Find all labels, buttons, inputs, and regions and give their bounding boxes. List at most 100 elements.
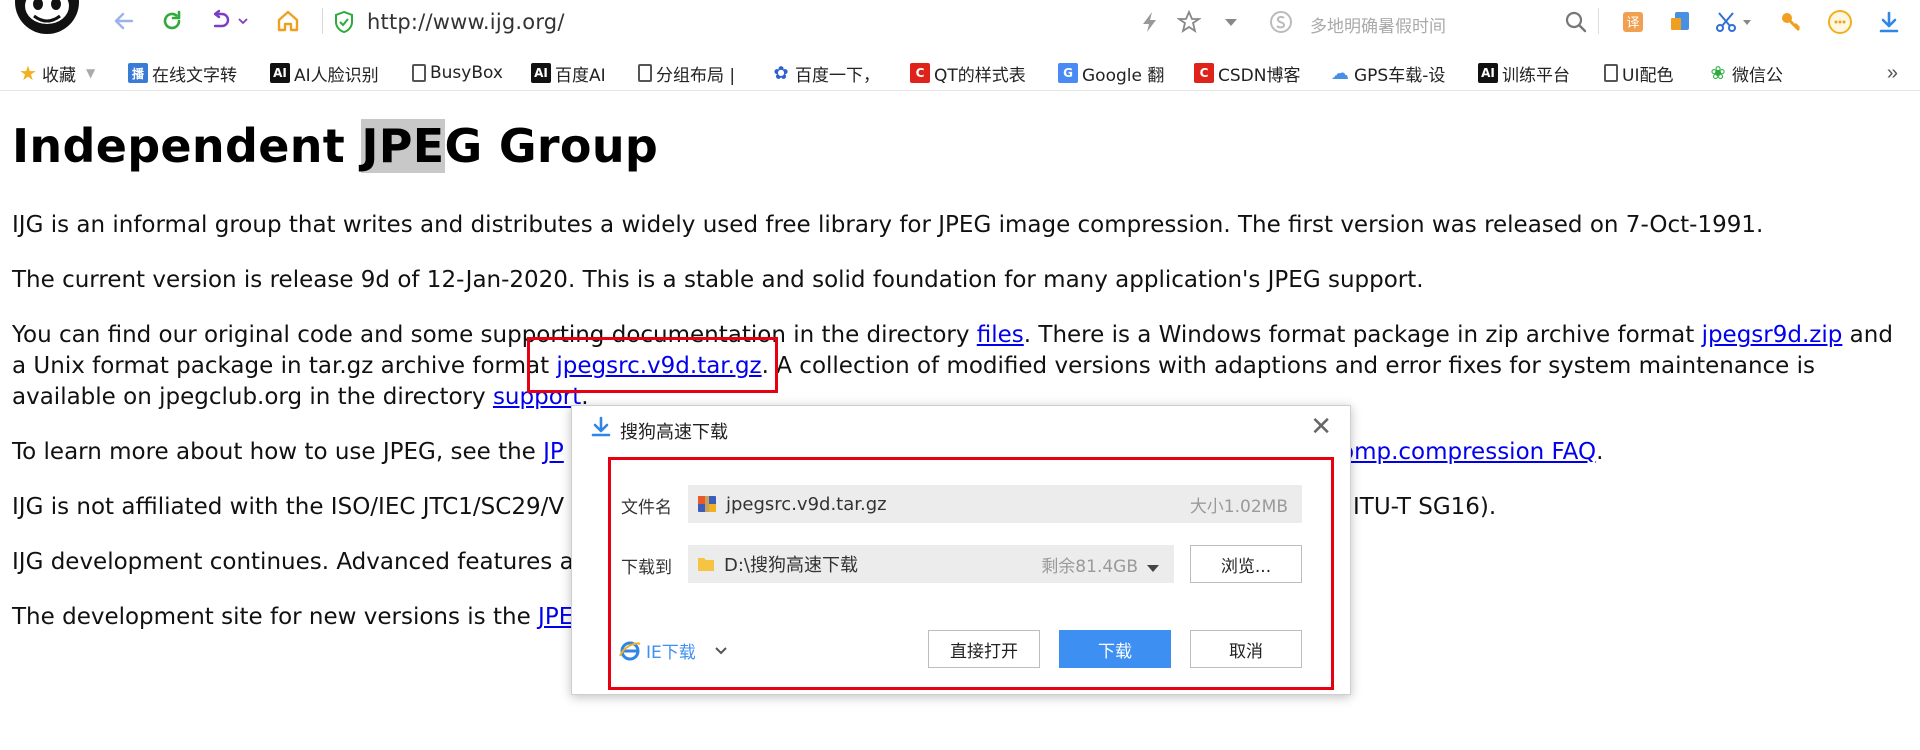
cloud-icon: ☁	[1331, 62, 1349, 84]
paragraph-text: . There is a Windows format package in z…	[1023, 322, 1702, 348]
ai-icon: AI	[531, 63, 551, 83]
download-icon[interactable]	[1876, 9, 1902, 35]
paragraph-text: To learn more about how to use JPEG, see…	[12, 439, 544, 465]
bookmark-label: 分组布局 |	[656, 65, 736, 86]
svg-text:译: 译	[1626, 16, 1639, 31]
bookmark-item[interactable]: AI 训练平台	[1478, 60, 1570, 86]
browse-button[interactable]: 浏览...	[1190, 545, 1302, 583]
bookmark-label: 训练平台	[1502, 65, 1570, 86]
download-button[interactable]: 下载	[1059, 630, 1171, 668]
search-input[interactable]: 多地明确暑假时间	[1310, 12, 1446, 37]
bookmark-label: 收藏	[42, 65, 76, 86]
bookmark-label: 微信公	[1732, 65, 1783, 86]
filename-label: 文件名	[621, 498, 672, 518]
bookmark-label: 百度AI	[555, 65, 606, 86]
compression-faq-link[interactable]: omp.compression FAQ	[1340, 439, 1596, 465]
back-button[interactable]	[110, 7, 138, 35]
ie-icon	[618, 639, 642, 663]
paragraph-text: The development site for new versions is…	[12, 604, 539, 630]
saveto-path-select[interactable]: D:\搜狗高速下载 剩余81.4GB	[688, 545, 1174, 583]
download-dialog: 搜狗高速下载 ✕ 文件名 jpegsrc.v9d.tar.gz 大小1.02MB…	[571, 405, 1351, 695]
address-divider	[322, 8, 323, 34]
paragraph-text: IJG is an informal group that writes and…	[12, 212, 1764, 238]
zip-download-link[interactable]: jpegsr9d.zip	[1702, 322, 1843, 348]
bookmark-favorites[interactable]: ★ 收藏 ▼	[18, 60, 95, 86]
paragraph-text: IJG is not affiliated with the ISO/IEC J…	[12, 494, 565, 520]
filename-field[interactable]: jpegsrc.v9d.tar.gz 大小1.02MB	[688, 485, 1302, 523]
bookmark-item[interactable]: 播 在线文字转	[128, 60, 237, 86]
chevron-down-icon[interactable]	[1740, 9, 1754, 35]
saveto-label: 下载到	[621, 558, 672, 578]
jpeg-docs-link[interactable]: JP	[543, 439, 564, 465]
page-icon	[412, 64, 426, 82]
address-bar-url[interactable]: http://www.ijg.org/	[367, 10, 565, 34]
bookmark-label: AI人脸识别	[294, 65, 379, 86]
ie-download-option[interactable]: IE下载	[618, 638, 728, 663]
free-space-value: 剩余81.4GB	[1041, 556, 1138, 577]
bookmark-label: BusyBox	[430, 63, 503, 83]
chevron-down-icon: ▼	[86, 66, 96, 80]
caret-down-icon[interactable]	[1146, 559, 1160, 578]
bookmark-icon: 播	[128, 63, 148, 83]
bookmark-label: Google 翻	[1082, 65, 1165, 86]
paragraph: IJG is an informal group that writes and…	[12, 210, 1912, 241]
star-icon[interactable]	[1176, 9, 1202, 35]
dev-site-link[interactable]: JPE	[538, 604, 573, 630]
close-icon[interactable]: ✕	[1310, 414, 1332, 440]
browser-logo-icon	[12, 0, 82, 38]
google-translate-icon: G	[1058, 63, 1078, 83]
cancel-button[interactable]: 取消	[1190, 630, 1302, 668]
baidu-paw-icon: ✿	[773, 62, 789, 84]
bookmark-label: 百度一下，	[795, 65, 880, 86]
emoji-icon[interactable]	[1827, 9, 1853, 35]
archive-file-icon	[696, 493, 718, 515]
sogou-search-icon[interactable]	[1268, 9, 1294, 35]
key-icon[interactable]	[1778, 9, 1804, 35]
dialog-title: 搜狗高速下载	[620, 422, 728, 443]
bookmark-item[interactable]: BusyBox	[412, 60, 503, 86]
secure-shield-icon[interactable]	[333, 10, 355, 39]
paragraph-text: IJG development continues. Advanced feat…	[12, 549, 574, 575]
bookmark-item[interactable]: C CSDN博客	[1194, 60, 1300, 86]
open-directly-button[interactable]: 直接打开	[928, 630, 1040, 668]
screenshot-icon[interactable]	[1668, 9, 1694, 35]
title-highlighted-text: JPE	[361, 119, 445, 173]
search-icon[interactable]	[1563, 9, 1589, 35]
page-icon	[1604, 64, 1618, 82]
filename-value: jpegsrc.v9d.tar.gz	[726, 493, 887, 515]
reload-button[interactable]	[158, 7, 186, 35]
bookmark-item[interactable]: ✿ 百度一下，	[771, 60, 880, 86]
undo-close-tab-button[interactable]	[206, 7, 234, 35]
bookmark-item[interactable]: AI AI人脸识别	[270, 60, 379, 86]
bookmark-item[interactable]: ☁ GPS车载-设	[1330, 60, 1445, 86]
csdn-icon: C	[910, 63, 930, 83]
lightning-icon[interactable]	[1137, 9, 1163, 35]
folder-icon	[696, 554, 716, 574]
bookmark-item[interactable]: AI 百度AI	[531, 60, 606, 86]
bookmark-label: CSDN博客	[1218, 65, 1301, 86]
files-link[interactable]: files	[977, 322, 1024, 348]
home-button[interactable]	[274, 7, 302, 35]
scissors-icon[interactable]	[1713, 9, 1739, 35]
bookmark-item[interactable]: C QT的样式表	[910, 60, 1026, 86]
paragraph: The current version is release 9d of 12-…	[12, 265, 1912, 296]
ai-icon: AI	[270, 63, 290, 83]
translate-icon[interactable]: 译	[1620, 9, 1646, 35]
csdn-icon: C	[1194, 63, 1214, 83]
toolbar-divider	[1598, 8, 1599, 34]
chevron-down-icon[interactable]	[1218, 9, 1244, 35]
chevron-right-double-icon[interactable]: »	[1887, 62, 1898, 85]
bookmark-item[interactable]: UI配色	[1604, 60, 1673, 86]
download-icon	[590, 416, 612, 442]
bookmark-label: QT的样式表	[934, 65, 1026, 86]
annotation-highlight-box	[527, 337, 778, 393]
ai-icon: AI	[1478, 63, 1498, 83]
filesize-value: 大小1.02MB	[1189, 496, 1288, 517]
paragraph-text: You can find our original code and some …	[12, 322, 977, 348]
chevron-down-icon[interactable]	[236, 7, 250, 35]
bookmark-item[interactable]: G Google 翻	[1058, 60, 1164, 86]
bookmark-item[interactable]: 分组布局 |	[638, 60, 735, 86]
bookmark-item[interactable]: ❀ 微信公	[1708, 60, 1783, 86]
saveto-path-value: D:\搜狗高速下载	[724, 555, 858, 576]
paragraph-text: .	[1596, 439, 1604, 465]
